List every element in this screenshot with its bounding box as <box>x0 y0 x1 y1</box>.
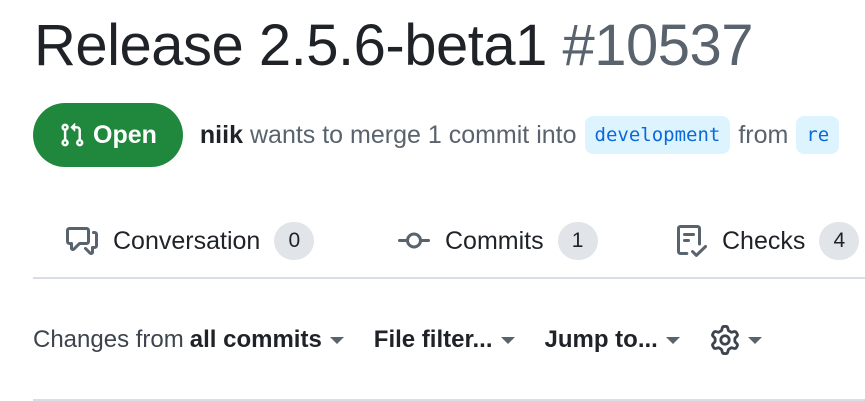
merge-text: wants to merge 1 commit into <box>249 120 577 149</box>
tab-checks-count: 4 <box>819 222 860 260</box>
pr-number: #10537 <box>562 13 754 78</box>
settings-dropdown[interactable] <box>710 325 762 355</box>
state-badge-open: Open <box>33 103 183 167</box>
state-label: Open <box>93 120 157 149</box>
from-text: from <box>738 120 789 149</box>
chevron-down-icon <box>665 336 680 344</box>
pr-tabs: Conversation 0 Commits 1 Checks 4 <box>0 212 865 277</box>
pr-title-text: Release 2.5.6-beta1 <box>34 13 547 78</box>
base-branch[interactable]: development <box>584 116 731 154</box>
tab-commits-count: 1 <box>557 222 598 260</box>
tabs-divider <box>33 277 865 279</box>
tab-checks-label: Checks <box>722 226 806 255</box>
tab-conversation[interactable]: Conversation 0 <box>66 212 315 270</box>
merge-summary: niik wants to merge 1 commit into develo… <box>200 116 847 154</box>
author-link[interactable]: niik <box>200 121 243 150</box>
chevron-down-icon <box>329 336 344 344</box>
chevron-down-icon <box>500 336 515 344</box>
changes-from-prefix: Changes from <box>33 326 184 353</box>
comment-discussion-icon <box>66 227 98 255</box>
file-filter-label: File filter... <box>373 326 493 353</box>
changes-from-dropdown[interactable]: Changes from all commits <box>33 326 344 354</box>
tab-conversation-label: Conversation <box>113 226 261 255</box>
tab-commits[interactable]: Commits 1 <box>398 212 598 270</box>
head-branch[interactable]: re <box>796 116 840 154</box>
changes-from-value: all commits <box>189 326 322 353</box>
jump-to-label: Jump to... <box>544 326 658 353</box>
gear-icon <box>710 325 739 355</box>
checklist-icon <box>677 225 707 257</box>
chevron-down-icon <box>747 336 762 344</box>
git-pull-request-icon <box>61 122 84 147</box>
file-filter-dropdown[interactable]: File filter... <box>374 326 515 354</box>
tab-checks[interactable]: Checks 4 <box>675 212 860 270</box>
pr-title: Release 2.5.6-beta1 #10537 <box>34 12 754 79</box>
tab-commits-label: Commits <box>445 226 544 255</box>
jump-to-dropdown[interactable]: Jump to... <box>545 326 680 354</box>
tab-conversation-count: 0 <box>274 222 315 260</box>
git-commit-icon <box>398 232 430 249</box>
diff-toolbar: Changes from all commits File filter... … <box>33 318 792 362</box>
pr-meta: Open niik wants to merge 1 commit into d… <box>33 103 847 167</box>
